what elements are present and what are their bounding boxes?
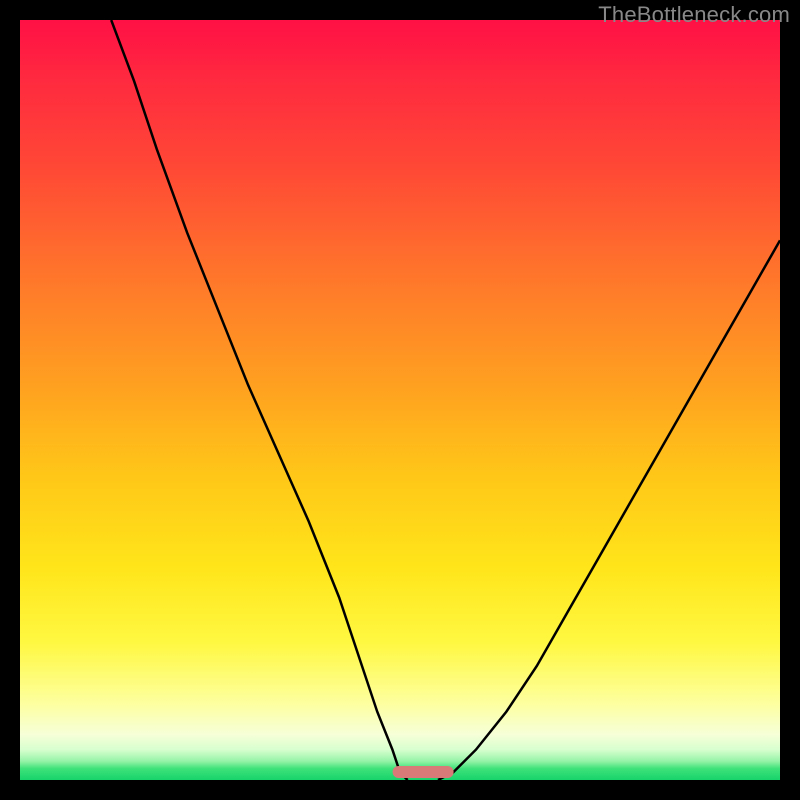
bottleneck-curve — [20, 20, 780, 780]
watermark-text: TheBottleneck.com — [598, 2, 790, 28]
curve-right-path — [438, 240, 780, 780]
plot-area — [20, 20, 780, 780]
min-marker — [392, 766, 453, 778]
curve-left-path — [111, 20, 407, 780]
chart-frame: TheBottleneck.com — [0, 0, 800, 800]
